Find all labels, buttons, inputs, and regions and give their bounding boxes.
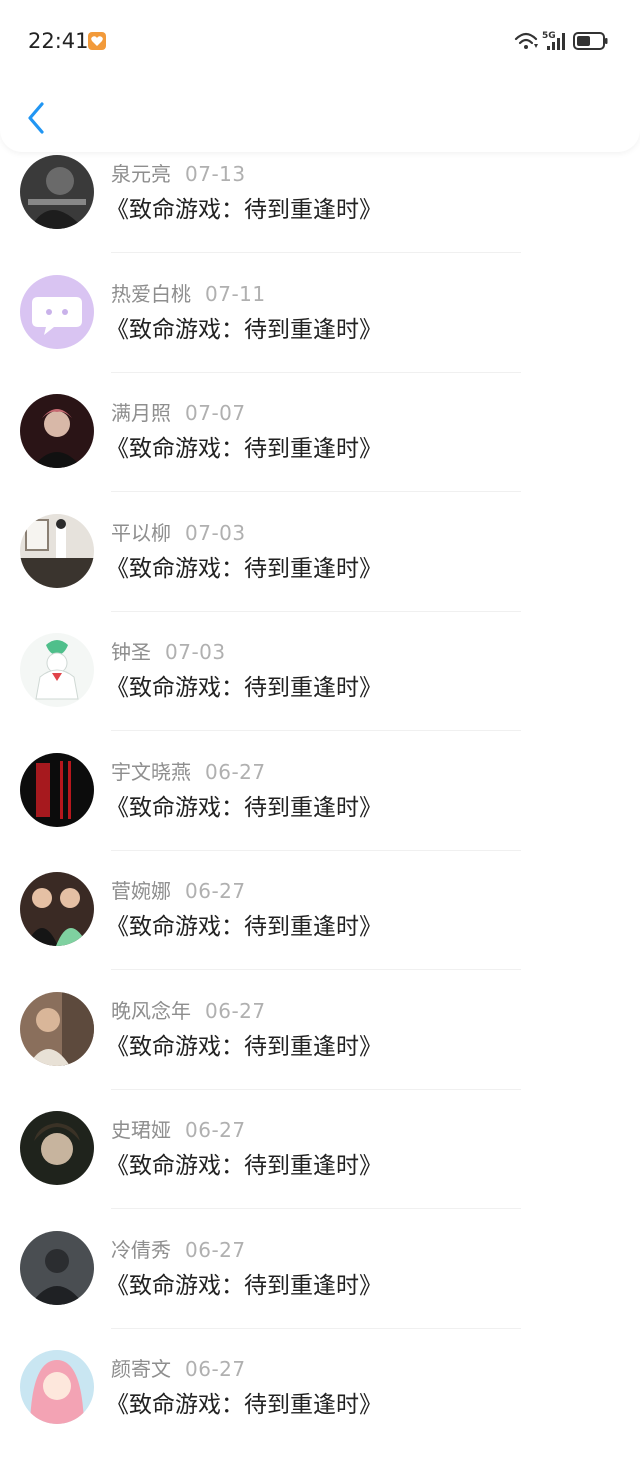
list-item[interactable]: 冷倩秀 06-27 《致命游戏：待到重逢时》 xyxy=(0,1230,640,1352)
divider xyxy=(111,1327,521,1329)
list-item[interactable]: 平以柳 07-03 《致命游戏：待到重逢时》 xyxy=(0,513,640,635)
avatar[interactable] xyxy=(20,274,94,349)
item-title[interactable]: 《致命游戏：待到重逢时》 xyxy=(106,1152,382,1180)
list-item[interactable]: 史珺娅 06-27 《致命游戏：待到重逢时》 xyxy=(0,1111,640,1232)
divider xyxy=(111,491,521,492)
post-date: 07-07 xyxy=(185,401,246,425)
item-title[interactable]: 《致命游戏：待到重逢时》 xyxy=(106,1272,382,1300)
item-title[interactable]: 《致命游戏：待到重逢时》 xyxy=(106,435,382,463)
post-date: 06-27 xyxy=(185,1357,246,1381)
divider xyxy=(111,969,521,970)
list-item[interactable]: 满月照 07-07 《致命游戏：待到重逢时》 xyxy=(0,394,640,515)
post-date: 06-27 xyxy=(185,879,246,903)
user-name[interactable]: 宇文晓燕 xyxy=(111,760,191,784)
user-name[interactable]: 满月照 xyxy=(111,401,171,425)
item-meta: 晚风念年 06-27 xyxy=(111,999,266,1023)
item-meta: 宇文晓燕 06-27 xyxy=(111,760,266,784)
top-header: 22:41 5G xyxy=(0,0,640,152)
avatar[interactable] xyxy=(20,991,94,1066)
item-meta: 史珺娅 06-27 xyxy=(111,1118,246,1142)
status-bar: 22:41 5G xyxy=(0,0,640,80)
divider xyxy=(111,849,521,851)
divider xyxy=(111,371,521,373)
item-meta: 平以柳 07-03 xyxy=(111,521,246,545)
avatar[interactable] xyxy=(20,872,94,946)
item-meta: 颜寄文 06-27 xyxy=(111,1357,246,1381)
list-item[interactable]: 颜寄文 06-27 《致命游戏：待到重逢时》 xyxy=(0,1350,640,1471)
item-title[interactable]: 《致命游戏：待到重逢时》 xyxy=(106,1033,382,1061)
comment-list: 泉元亮 07-13 《致命游戏：待到重逢时》 热爱白桃 07-11 《致命游戏：待到… xyxy=(0,0,640,1424)
post-date: 07-03 xyxy=(165,640,226,664)
list-item[interactable]: 宇文晓燕 06-27 《致命游戏：待到重逢时》 xyxy=(0,752,640,874)
divider xyxy=(111,1208,521,1209)
avatar[interactable] xyxy=(20,1230,94,1305)
post-date: 06-27 xyxy=(205,759,266,784)
user-name[interactable]: 颜寄文 xyxy=(111,1357,171,1381)
item-meta: 满月照 07-07 xyxy=(111,401,246,425)
user-name[interactable]: 史珺娅 xyxy=(111,1118,171,1142)
divider xyxy=(111,1088,521,1090)
item-meta: 钟圣 07-03 xyxy=(111,640,226,664)
item-title[interactable]: 《致命游戏：待到重逢时》 xyxy=(106,794,382,822)
divider xyxy=(111,252,521,253)
post-date: 06-27 xyxy=(185,1237,246,1262)
divider xyxy=(111,730,521,731)
avatar[interactable] xyxy=(20,513,94,588)
post-date: 07-13 xyxy=(185,162,246,186)
system-icons: 5G xyxy=(514,28,614,54)
list-item[interactable]: 晚风念年 06-27 《致命游戏：待到重逢时》 xyxy=(0,991,640,1113)
post-date: 07-11 xyxy=(205,281,266,306)
wifi-icon xyxy=(514,32,538,49)
avatar[interactable] xyxy=(20,155,94,229)
item-title[interactable]: 《致命游戏：待到重逢时》 xyxy=(106,555,382,583)
user-name[interactable]: 晚风念年 xyxy=(111,999,191,1023)
back-button[interactable] xyxy=(18,98,54,138)
user-name[interactable]: 钟圣 xyxy=(111,640,151,664)
post-date: 07-03 xyxy=(185,520,246,545)
signal-icon: 5G xyxy=(542,31,565,50)
avatar[interactable] xyxy=(20,394,94,468)
item-meta: 冷倩秀 06-27 xyxy=(111,1238,246,1262)
item-title[interactable]: 《致命游戏：待到重逢时》 xyxy=(106,913,382,941)
avatar[interactable] xyxy=(20,1350,94,1424)
user-name[interactable]: 泉元亮 xyxy=(111,162,171,186)
list-item[interactable]: 热爱白桃 07-11 《致命游戏：待到重逢时》 xyxy=(0,274,640,396)
item-meta: 菅婉娜 06-27 xyxy=(111,879,246,903)
heart-app-icon xyxy=(88,32,106,50)
list-item[interactable]: 泉元亮 07-13 《致命游戏：待到重逢时》 xyxy=(0,155,640,276)
item-meta: 热爱白桃 07-11 xyxy=(111,282,266,306)
user-name[interactable]: 冷倩秀 xyxy=(111,1238,171,1262)
avatar[interactable] xyxy=(20,1111,94,1185)
avatar[interactable] xyxy=(20,633,94,707)
user-name[interactable]: 平以柳 xyxy=(111,521,171,545)
item-title[interactable]: 《致命游戏：待到重逢时》 xyxy=(106,316,382,344)
user-name[interactable]: 菅婉娜 xyxy=(111,879,171,903)
post-date: 06-27 xyxy=(205,998,266,1023)
list-item[interactable]: 钟圣 07-03 《致命游戏：待到重逢时》 xyxy=(0,633,640,754)
divider xyxy=(111,610,521,612)
avatar[interactable] xyxy=(20,752,94,827)
chevron-left-icon[interactable] xyxy=(18,98,54,138)
list-item[interactable]: 菅婉娜 06-27 《致命游戏：待到重逢时》 xyxy=(0,872,640,993)
item-title[interactable]: 《致命游戏：待到重逢时》 xyxy=(106,1391,382,1419)
battery-icon xyxy=(573,32,608,50)
post-date: 06-27 xyxy=(185,1118,246,1142)
item-title[interactable]: 《致命游戏：待到重逢时》 xyxy=(106,674,382,702)
network-label: 5G xyxy=(542,31,556,41)
user-name[interactable]: 热爱白桃 xyxy=(111,282,191,306)
clock-time: 22:41 xyxy=(28,29,89,53)
item-title[interactable]: 《致命游戏：待到重逢时》 xyxy=(106,196,382,224)
item-meta: 泉元亮 07-13 xyxy=(111,162,246,186)
